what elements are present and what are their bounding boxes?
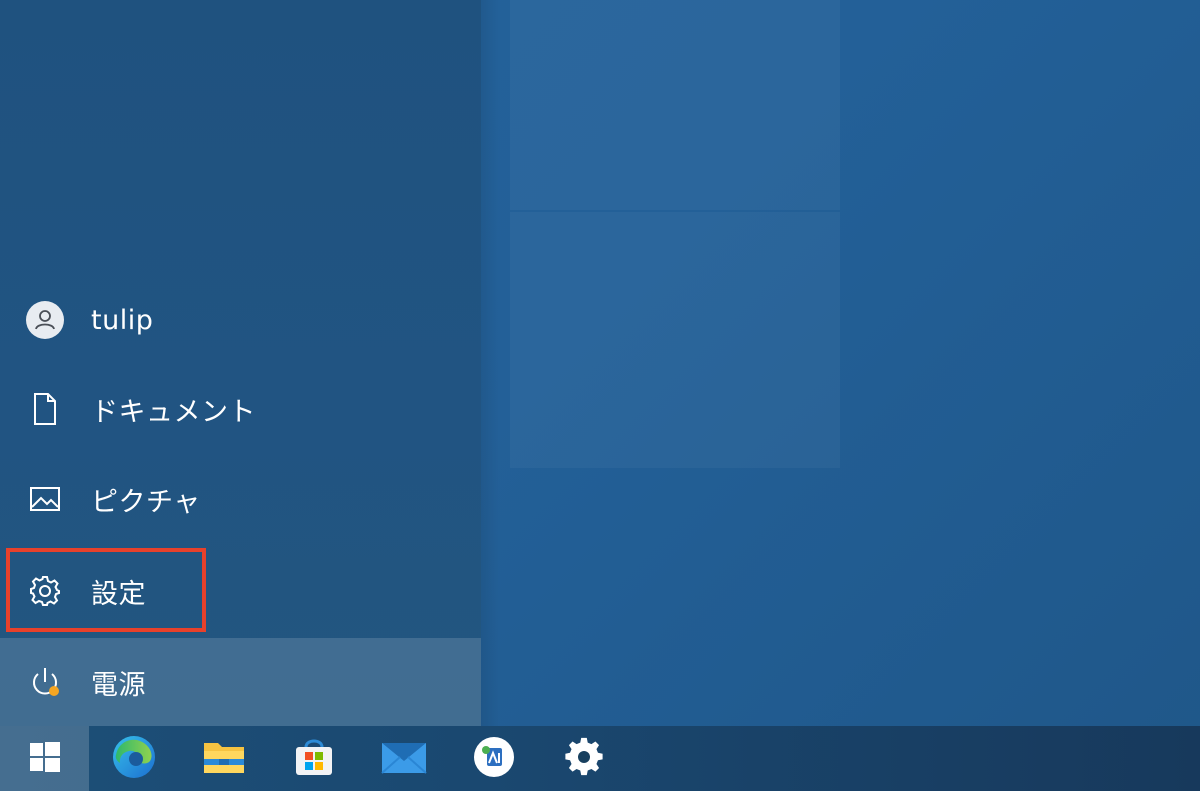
windows-start-icon (29, 741, 61, 777)
start-item-power[interactable]: 電源 (0, 638, 481, 726)
taskbar-settings-button[interactable] (539, 726, 629, 791)
user-avatar-icon (25, 300, 65, 340)
start-item-pictures-label: ピクチャ (91, 486, 201, 518)
taskbar-explorer-button[interactable] (179, 726, 269, 791)
taskbar-edge-button[interactable] (89, 726, 179, 791)
app-icon (472, 735, 516, 783)
start-tile-area-bottom (510, 212, 840, 468)
picture-icon (25, 479, 65, 519)
start-item-settings-label: 設定 (91, 578, 146, 610)
start-item-documents-label: ドキュメント (91, 396, 256, 428)
settings-gear-icon (564, 737, 604, 781)
start-item-user-label: tulip (91, 304, 154, 336)
document-icon (25, 389, 65, 429)
taskbar-app-button[interactable] (449, 726, 539, 791)
edge-browser-icon (110, 733, 158, 785)
power-icon (25, 662, 65, 702)
taskbar-mail-button[interactable] (359, 726, 449, 791)
gear-icon (25, 571, 65, 611)
taskbar-store-button[interactable] (269, 726, 359, 791)
start-item-user[interactable]: tulip (0, 276, 481, 364)
start-item-pictures[interactable]: ピクチャ (0, 455, 481, 543)
start-menu-shadow (481, 0, 499, 726)
microsoft-store-icon (292, 735, 336, 783)
file-explorer-icon (202, 737, 246, 781)
start-item-power-label: 電源 (91, 669, 146, 701)
start-button[interactable] (0, 726, 89, 791)
mail-icon (380, 737, 428, 781)
start-tile-area-top (510, 0, 840, 210)
start-menu-panel: tulip ドキュメント ピクチャ 設定 電源 (0, 0, 481, 726)
desktop: tulip ドキュメント ピクチャ 設定 電源 (0, 0, 1200, 791)
start-item-documents[interactable]: ドキュメント (0, 365, 481, 453)
taskbar (0, 726, 1200, 791)
start-item-settings[interactable]: 設定 (0, 547, 481, 635)
